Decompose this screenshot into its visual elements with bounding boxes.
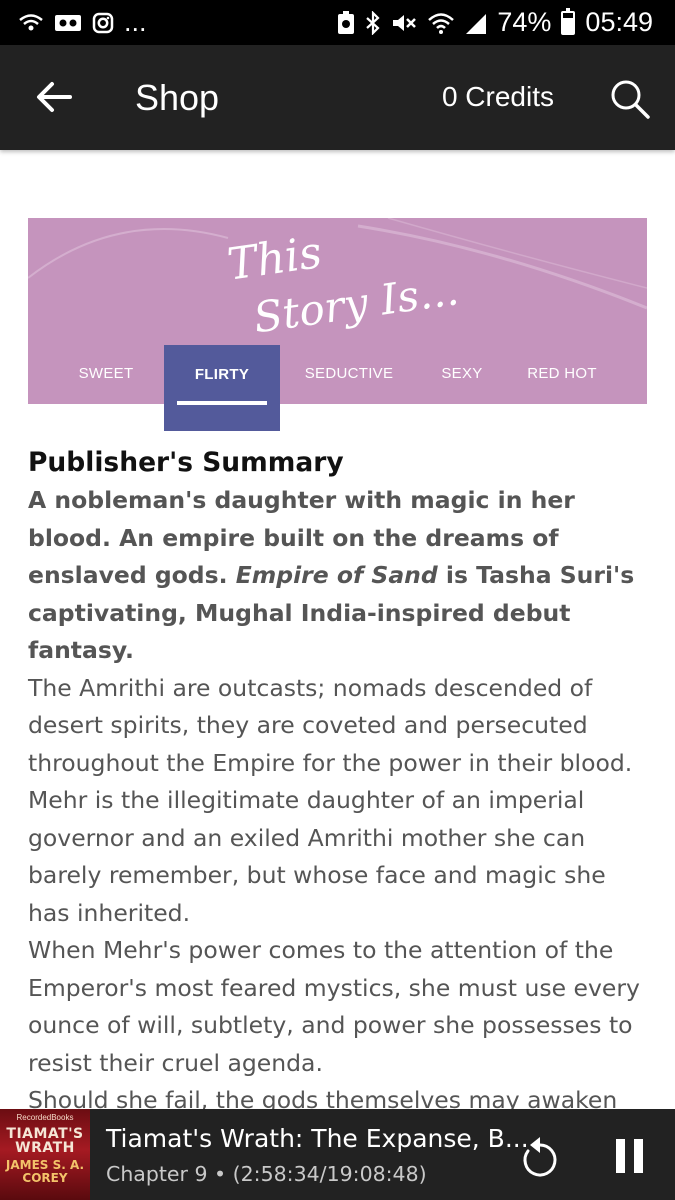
battery-fill <box>563 17 574 33</box>
battery-percent: 74% <box>497 7 552 37</box>
status-bar: ... 74% 05:49 <box>0 0 675 45</box>
tab-sweet[interactable]: SWEET <box>68 344 144 404</box>
tab-flirty[interactable]: FLIRTY <box>164 345 280 431</box>
now-playing-title[interactable]: Tiamat's Wrath: The Expanse, B... <box>106 1124 529 1153</box>
status-time: 05:49 <box>585 7 653 37</box>
search-button[interactable] <box>609 78 651 120</box>
publisher-summary: Publisher's Summary A nobleman's daughte… <box>28 444 650 1157</box>
saver-icon <box>338 10 355 34</box>
tab-label: RED HOT <box>527 365 597 382</box>
summary-paragraph: When Mehr's power comes to the attention… <box>28 936 640 1077</box>
bluetooth-icon <box>366 10 380 35</box>
mute-icon <box>393 14 417 31</box>
status-right: 74% 05:49 <box>337 7 653 38</box>
wifi-call-icon <box>19 13 43 30</box>
this-story-is-heading: This Story Is... <box>224 227 461 342</box>
tab-red-hot[interactable]: RED HOT <box>524 344 600 404</box>
pause-icon <box>616 1139 625 1173</box>
book-title: Empire of Sand <box>235 561 438 589</box>
app-bar: Shop 0 Credits <box>0 45 675 150</box>
summary-paragraph: The Amrithi are outcasts; nomads descend… <box>28 673 633 777</box>
instagram-icon <box>92 12 114 33</box>
back-button[interactable] <box>34 79 74 115</box>
summary-heading: Publisher's Summary <box>28 447 344 478</box>
arrow-back-icon <box>37 82 72 112</box>
cover-title: TIAMAT'S WRATH <box>0 1127 90 1155</box>
heading-line-1: This <box>224 227 325 291</box>
book-cover[interactable]: RecordedBooks TIAMAT'S WRATH JAMES S. A.… <box>0 1109 90 1200</box>
replay-icon <box>523 1137 557 1177</box>
voicemail-icon <box>55 14 81 31</box>
wifi-icon <box>428 12 455 34</box>
story-heat-banner: This Story Is... SWEET FLIRTY SEDUCTIVE … <box>28 218 647 431</box>
summary-lead: A nobleman's daughter with magic in her … <box>28 482 650 670</box>
tab-label: SEDUCTIVE <box>304 365 394 382</box>
cover-author-line: COREY <box>22 1171 68 1185</box>
now-playing-progress: Chapter 9 • (2:58:34/19:08:48) <box>106 1162 427 1186</box>
heat-level-tabs: SWEET FLIRTY SEDUCTIVE SEXY RED HOT <box>28 344 647 431</box>
status-left: ... <box>18 7 147 38</box>
signal-icon <box>466 13 487 34</box>
page-title: Shop <box>135 77 220 118</box>
active-tab-indicator <box>177 401 267 405</box>
cover-author: JAMES S. A. COREY <box>0 1159 90 1185</box>
tab-label: SWEET <box>78 365 134 382</box>
status-more: ... <box>124 7 147 37</box>
tab-label: SEXY <box>441 365 483 382</box>
credits-count[interactable]: 0 Credits <box>442 81 554 113</box>
replay-button[interactable] <box>518 1131 562 1181</box>
cover-title-line: TIAMAT'S <box>6 1126 84 1142</box>
summary-paragraph: Mehr is the illegitimate daughter of an … <box>28 786 606 927</box>
mini-player[interactable]: RecordedBooks TIAMAT'S WRATH JAMES S. A.… <box>0 1109 675 1200</box>
battery-icon <box>561 7 576 35</box>
tab-sexy[interactable]: SEXY <box>432 344 492 404</box>
tab-label: FLIRTY <box>194 366 250 383</box>
cover-publisher: RecordedBooks <box>16 1113 74 1122</box>
search-icon <box>611 80 650 119</box>
pause-button[interactable] <box>614 1139 646 1173</box>
tab-seductive[interactable]: SEDUCTIVE <box>300 344 398 404</box>
pause-icon-bar <box>634 1139 643 1173</box>
cover-title-line: WRATH <box>15 1140 75 1156</box>
